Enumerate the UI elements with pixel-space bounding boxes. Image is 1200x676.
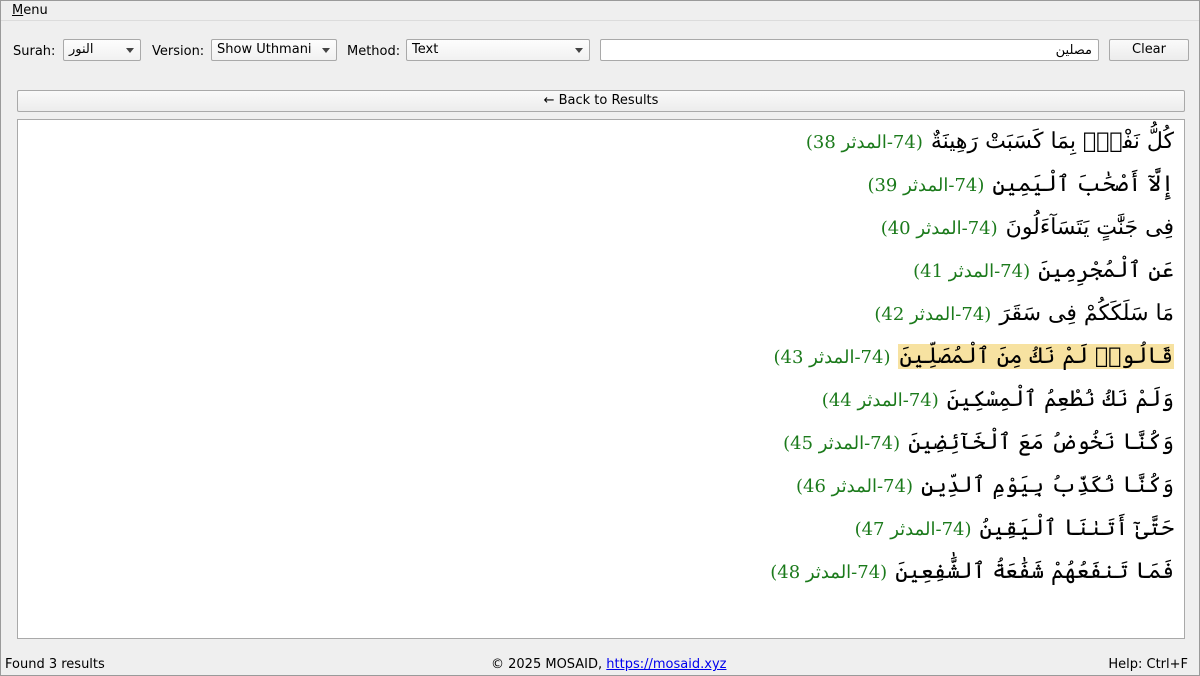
verse-row: مَا سَلَكَكُمْ فِى سَقَرَ (74-المدثر 42): [874, 294, 1174, 334]
verse-text: عَنِ ٱلْمُجْرِمِينَ: [1038, 258, 1174, 283]
verse-reference: (74-المدثر 46): [796, 476, 913, 497]
results-count: Found 3 results: [5, 657, 105, 672]
website-link[interactable]: https://mosaid.xyz: [606, 657, 726, 672]
version-select[interactable]: Show Uthmani: [211, 39, 337, 61]
verse-text: إِلَّآ أَصْحَٰبَ ٱلْيَمِينِ: [992, 172, 1174, 197]
chevron-down-icon: [126, 48, 134, 53]
verse-row: إِلَّآ أَصْحَٰبَ ٱلْيَمِينِ (74-المدثر 39…: [867, 165, 1174, 205]
version-label: Version:: [152, 44, 205, 59]
verse-row: كُلُّ نَفْسٍۭ بِمَا كَسَبَتْ رَهِينَةٌ (7…: [806, 122, 1174, 162]
method-select[interactable]: Text: [406, 39, 590, 61]
menu-button[interactable]: Menu: [12, 3, 48, 18]
status-bar: Found 3 results © 2025 MOSAID, https://m…: [1, 655, 1199, 675]
verse-row: قَالُوا۟ لَمْ نَكُ مِنَ ٱلْمُصَلِّينَ (74…: [773, 337, 1174, 377]
verse-text: وَلَمْ نَكُ نُطْعِمُ ٱلْمِسْكِينَ: [946, 387, 1174, 412]
verse-text: مَا سَلَكَكُمْ فِى سَقَرَ: [999, 301, 1174, 326]
version-select-value: Show Uthmani: [217, 42, 312, 57]
method-label: Method:: [347, 44, 401, 59]
menu-bar: Menu: [1, 1, 1199, 21]
surah-select[interactable]: النور: [63, 39, 141, 61]
chevron-down-icon: [575, 48, 583, 53]
verse-reference: (74-المدثر 42): [874, 304, 992, 325]
verse-row: حَتَّىٰٓ أَتَىٰنَا ٱلْيَقِينُ (74-المدثر …: [855, 509, 1174, 549]
verse-reference: (74-المدثر 47): [854, 519, 972, 540]
verse-text: حَتَّىٰٓ أَتَىٰنَا ٱلْيَقِينُ: [979, 516, 1174, 541]
surah-select-value: النور: [69, 42, 94, 57]
help-hint: Help: Ctrl+F: [1108, 657, 1188, 672]
copyright-text: © 2025 MOSAID,: [491, 657, 607, 672]
verse-reference: (74-المدثر 39): [867, 175, 985, 196]
verse-row: فِى جَنَّٰتٍ يَتَسَآءَلُونَ (74-المدثر 40…: [881, 208, 1174, 248]
verse-text: وَكُنَّا نُكَذِّبُ بِيَوْمِ ٱلدِّينِ: [920, 473, 1174, 498]
verse-reference: (74-المدثر 43): [773, 347, 891, 368]
verse-row: وَلَمْ نَكُ نُطْعِمُ ٱلْمِسْكِينَ (74-الم…: [822, 380, 1174, 420]
verse-text: فَمَا تَنفَعُهُمْ شَفَٰعَةُ ٱلشَّٰفِعِين…: [895, 559, 1174, 584]
verse-row: فَمَا تَنفَعُهُمْ شَفَٰعَةُ ٱلشَّٰفِعِين…: [770, 552, 1174, 592]
search-input[interactable]: [600, 39, 1099, 61]
results-view[interactable]: كُلُّ نَفْسٍۭ بِمَا كَسَبَتْ رَهِينَةٌ (7…: [17, 119, 1185, 639]
verse-reference: (74-المدثر 44): [821, 390, 939, 411]
verse-text: كُلُّ نَفْسٍۭ بِمَا كَسَبَتْ رَهِينَةٌ: [930, 129, 1174, 154]
verse-reference: (74-المدثر 38): [805, 132, 923, 153]
method-select-value: Text: [412, 42, 439, 57]
verse-row: وَكُنَّا نُكَذِّبُ بِيَوْمِ ٱلدِّينِ (74-…: [796, 466, 1174, 506]
clear-button[interactable]: Clear: [1109, 39, 1189, 61]
verse-text: قَالُوا۟ لَمْ نَكُ مِنَ ٱلْمُصَلِّينَ: [898, 344, 1174, 369]
app-window: Menu Surah: النور Version: Show Uthmani …: [0, 0, 1200, 676]
verse-reference: (74-المدثر 41): [913, 261, 1031, 282]
verse-row: عَنِ ٱلْمُجْرِمِينَ (74-المدثر 41): [913, 251, 1174, 291]
verse-row: وَكُنَّا نَخُوضُ مَعَ ٱلْخَآئِضِينَ (74-ا…: [783, 423, 1174, 463]
verse-reference: (74-المدثر 48): [770, 562, 888, 583]
verse-reference: (74-المدثر 40): [880, 218, 998, 239]
back-to-results-button[interactable]: ← Back to Results: [17, 90, 1185, 112]
copyright: © 2025 MOSAID, https://mosaid.xyz: [491, 656, 726, 674]
chevron-down-icon: [322, 48, 330, 53]
verse-reference: (74-المدثر 45): [783, 433, 901, 454]
verse-text: فِى جَنَّٰتٍ يَتَسَآءَلُونَ: [1005, 215, 1174, 240]
verse-text: وَكُنَّا نَخُوضُ مَعَ ٱلْخَآئِضِينَ: [908, 430, 1174, 455]
surah-label: Surah:: [13, 44, 56, 59]
